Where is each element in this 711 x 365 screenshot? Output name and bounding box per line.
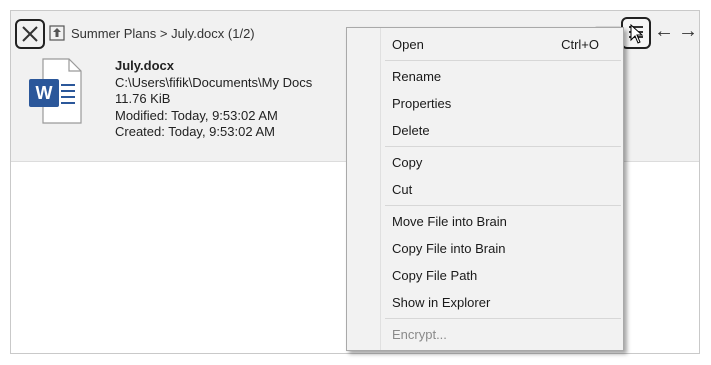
word-icon-letter: W <box>36 83 53 103</box>
menu-separator <box>385 205 621 206</box>
nav-forward-button[interactable]: → <box>678 21 698 41</box>
file-created: Created: Today, 9:53:02 AM <box>115 124 275 139</box>
close-icon <box>22 26 38 42</box>
menu-item-properties[interactable]: Properties <box>392 96 451 111</box>
file-name: July.docx <box>115 58 175 73</box>
file-path: C:\Users\fifik\Documents\My Docs <box>115 74 313 90</box>
menu-item-show-in-explorer[interactable]: Show in Explorer <box>392 295 490 310</box>
menu-separator <box>385 146 621 147</box>
menu-separator <box>385 60 621 61</box>
nav-back-button[interactable]: ← <box>654 21 674 41</box>
menu-item-move-into-brain[interactable]: Move File into Brain <box>392 214 507 229</box>
menu-item-encrypt: Encrypt... <box>392 327 447 342</box>
menu-icon-gutter <box>347 28 381 350</box>
file-modified: Modified: Today, 9:53:02 AM <box>115 107 278 123</box>
menu-item-copy[interactable]: Copy <box>392 155 422 170</box>
menu-separator <box>385 318 621 319</box>
context-menu: Open Ctrl+O Rename Properties Delete Cop… <box>346 27 624 351</box>
mouse-cursor-icon <box>630 24 644 44</box>
menu-item-cut[interactable]: Cut <box>392 182 412 197</box>
file-details: July.docx C:\Users\fifik\Documents\My Do… <box>115 58 312 141</box>
word-document-icon: W <box>29 58 82 124</box>
file-size: 11.76 KiB <box>115 91 171 106</box>
menu-item-copy-into-brain[interactable]: Copy File into Brain <box>392 241 505 256</box>
breadcrumb[interactable]: Summer Plans > July.docx (1/2) <box>71 26 255 41</box>
close-button[interactable] <box>15 19 45 49</box>
menu-item-delete[interactable]: Delete <box>392 123 430 138</box>
menu-item-rename[interactable]: Rename <box>392 69 441 84</box>
menu-item-copy-path[interactable]: Copy File Path <box>392 268 477 283</box>
menu-item-open[interactable]: Open <box>392 37 424 52</box>
menu-shortcut-open: Ctrl+O <box>561 37 599 52</box>
go-up-icon[interactable] <box>49 25 65 41</box>
